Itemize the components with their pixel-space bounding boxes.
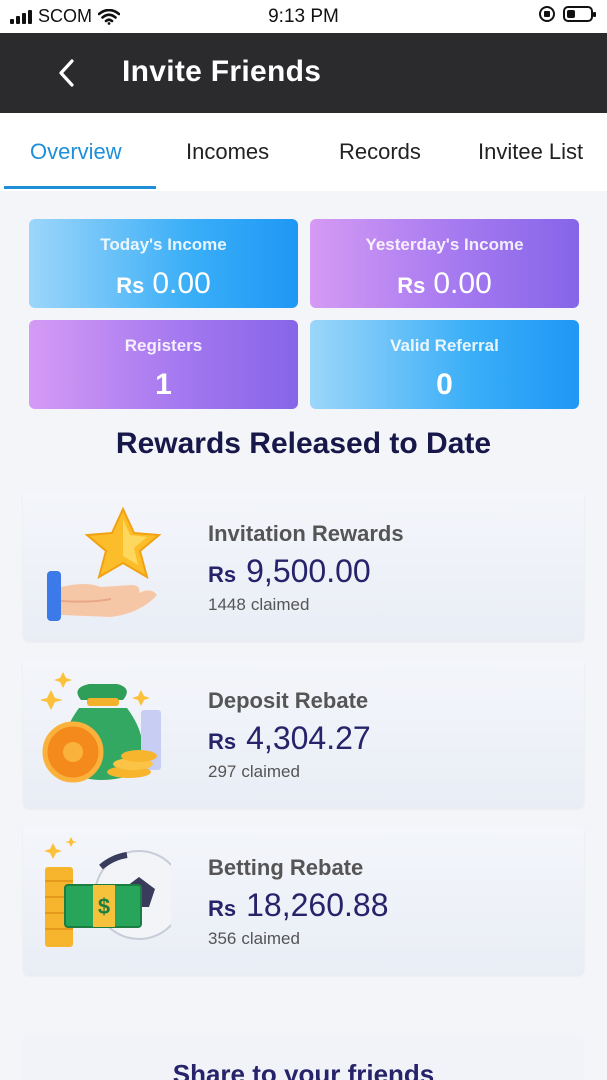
tab-records[interactable]: Records bbox=[339, 139, 421, 165]
registers-card: Registers 1 bbox=[29, 320, 298, 409]
football-cash-icon: $ bbox=[44, 837, 171, 947]
orientation-lock-icon bbox=[539, 6, 555, 22]
share-card[interactable]: Share to your friends bbox=[23, 1035, 584, 1080]
reward-amount-value: 9,500.00 bbox=[246, 553, 371, 589]
star-hand-icon bbox=[47, 506, 162, 621]
currency-symbol: Rs bbox=[397, 273, 426, 298]
currency-symbol: Rs bbox=[208, 562, 237, 587]
claimed-count: 356 bbox=[208, 929, 237, 948]
todays-income-value: Rs 0.00 bbox=[29, 267, 298, 301]
valid-referral-value: 0 bbox=[436, 368, 453, 401]
valid-referral-label: Valid Referral bbox=[390, 336, 499, 355]
claimed-label: claimed bbox=[241, 762, 300, 781]
reward-name: Deposit Rebate bbox=[208, 688, 369, 713]
money-bag-icon bbox=[41, 672, 161, 783]
active-tab-indicator bbox=[4, 186, 156, 189]
section-title: Rewards Released to Date bbox=[115, 427, 492, 460]
yesterdays-income-label: Yesterday's Income bbox=[365, 235, 524, 254]
yesterdays-income-card: Yesterday's Income Rs 0.00 bbox=[310, 219, 579, 308]
reward-claimed: 297 claimed bbox=[208, 762, 300, 782]
tab-incomes[interactable]: Incomes bbox=[186, 139, 269, 165]
todays-income-card: Today's Income Rs 0.00 bbox=[29, 219, 298, 308]
chevron-left-icon bbox=[59, 59, 74, 87]
invitation-rewards-card: Invitation Rewards Rs 9,500.00 1448 claime… bbox=[23, 491, 584, 641]
valid-referral-card: Valid Referral 0 bbox=[310, 320, 579, 409]
reward-amount: Rs 9,500.00 bbox=[208, 553, 371, 590]
tab-invitee-list[interactable]: Invitee List bbox=[478, 139, 583, 165]
claimed-count: 1448 bbox=[208, 595, 246, 614]
claimed-label: claimed bbox=[241, 929, 300, 948]
page-title: Invite Friends bbox=[122, 55, 322, 88]
yesterdays-income-amount: 0.00 bbox=[433, 267, 492, 300]
currency-symbol: Rs bbox=[208, 729, 237, 754]
todays-income-label: Today's Income bbox=[100, 235, 227, 254]
status-right bbox=[539, 6, 596, 22]
reward-amount: Rs 4,304.27 bbox=[208, 720, 371, 757]
todays-income-amount: 0.00 bbox=[152, 267, 211, 300]
yesterdays-income-value: Rs 0.00 bbox=[310, 267, 579, 301]
deposit-rebate-card: Deposit Rebate Rs 4,304.27 297 claimed bbox=[23, 658, 584, 808]
reward-amount-value: 4,304.27 bbox=[246, 720, 371, 756]
reward-claimed: 356 claimed bbox=[208, 929, 300, 949]
claimed-count: 297 bbox=[208, 762, 237, 781]
svg-text:$: $ bbox=[98, 894, 110, 919]
reward-amount-value: 18,260.88 bbox=[246, 887, 389, 923]
app-header: Invite Friends bbox=[0, 33, 607, 113]
reward-name: Invitation Rewards bbox=[208, 521, 404, 546]
battery-icon bbox=[563, 6, 596, 22]
back-button[interactable] bbox=[52, 53, 82, 93]
currency-symbol: Rs bbox=[116, 273, 145, 298]
share-label: Share to your friends bbox=[172, 1059, 435, 1080]
claimed-label: claimed bbox=[250, 595, 310, 614]
reward-name: Betting Rebate bbox=[208, 855, 364, 880]
tab-bar: Overview Incomes Records Invitee List bbox=[0, 113, 607, 191]
status-time: 9:13 PM bbox=[268, 6, 339, 27]
tab-overview[interactable]: Overview bbox=[30, 139, 122, 165]
reward-amount: Rs 18,260.88 bbox=[208, 887, 388, 924]
status-bar: SCOM 9:13 PM bbox=[0, 0, 607, 33]
reward-claimed: 1448 claimed bbox=[208, 595, 309, 615]
registers-label: Registers bbox=[124, 336, 203, 355]
betting-rebate-card: $ Betting Rebate Rs 18,260.88 356 claimed bbox=[23, 825, 584, 975]
registers-value: 1 bbox=[155, 368, 172, 401]
currency-symbol: Rs bbox=[208, 896, 237, 921]
